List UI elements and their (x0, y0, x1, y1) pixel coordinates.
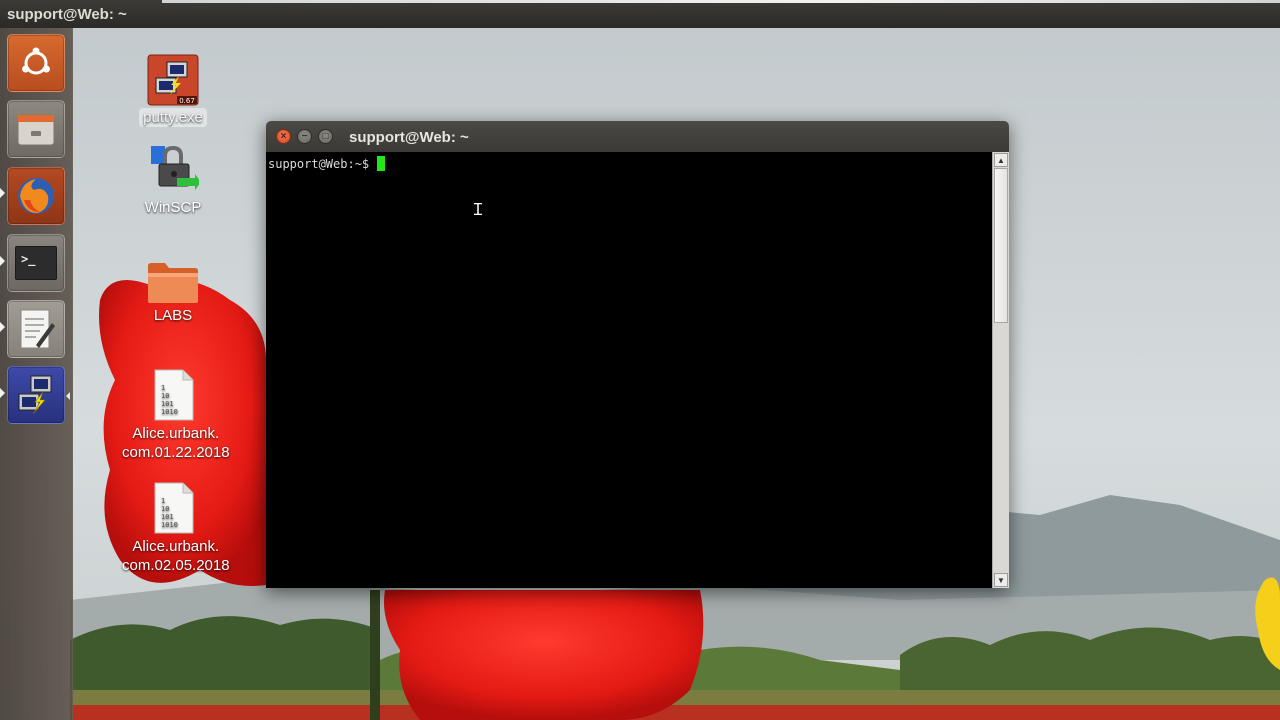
desktop-icon-label-line2: com.02.05.2018 (122, 557, 230, 574)
desktop-icon-putty-exe[interactable]: 0.67 putty.exe (118, 54, 228, 127)
launcher-dash-button[interactable] (7, 34, 65, 92)
terminal-icon-glyph: >_ (21, 252, 36, 266)
desktop-icon-label: putty.exe (139, 108, 207, 127)
launcher-files-button[interactable] (7, 100, 65, 158)
maximize-icon: □ (322, 130, 329, 142)
terminal-prompt: support@Web:~$ (268, 157, 377, 171)
folder-icon (147, 260, 199, 304)
terminal-cursor (377, 156, 386, 171)
putty-icon (18, 375, 52, 415)
winscp-icon (147, 144, 201, 196)
svg-text:10: 10 (161, 505, 169, 513)
desktop-icon-label: Alice.urbank. com.01.22.2018 (118, 424, 234, 462)
desktop-icon-label: WinSCP (144, 199, 202, 216)
text-editor-icon (20, 309, 55, 349)
terminal-prompt-line: support@Web:~$ (268, 156, 386, 171)
binary-file-icon: 1 10 101 1010 (147, 368, 199, 422)
panel-highlight (162, 0, 1280, 3)
desktop-icon-label: Alice.urbank. com.02.05.2018 (118, 537, 234, 575)
svg-text:1: 1 (161, 497, 165, 505)
putty-exe-icon: 0.67 (147, 54, 199, 106)
launcher-putty-button[interactable] (7, 366, 65, 424)
scroll-up-button[interactable]: ▲ (994, 153, 1008, 167)
launcher-firefox-button[interactable] (7, 167, 65, 225)
maximize-button[interactable]: □ (318, 129, 333, 144)
svg-text:101: 101 (161, 400, 174, 408)
close-button[interactable]: × (276, 129, 291, 144)
panel-window-title: support@Web: ~ (7, 5, 127, 23)
launcher-active-indicator (0, 188, 5, 198)
minimize-button[interactable]: − (297, 129, 312, 144)
desktop-icon-labs-folder[interactable]: LABS (118, 260, 228, 325)
desktop-icon-label-line1: Alice.urbank. (132, 538, 220, 555)
terminal-output-area[interactable]: support@Web:~$ Ｉ (266, 152, 992, 588)
minimize-icon: − (301, 130, 308, 142)
launcher-text-editor-button[interactable] (7, 300, 65, 358)
terminal-window-title: support@Web: ~ (349, 129, 469, 146)
putty-version-badge: 0.67 (179, 97, 195, 105)
terminal-icon: >_ (15, 246, 57, 280)
desktop-icon-alice-file-1[interactable]: 1 10 101 1010 Alice.urbank. com.01.22.20… (118, 368, 230, 462)
terminal-titlebar[interactable]: × − □ support@Web: ~ (266, 121, 1009, 152)
scroll-down-icon: ▼ (997, 575, 1005, 585)
launcher-focused-indicator (66, 392, 70, 400)
scroll-up-icon: ▲ (997, 155, 1005, 165)
terminal-scrollbar[interactable]: ▲ ▼ (992, 152, 1009, 588)
top-panel: support@Web: ~ (0, 0, 1280, 28)
svg-text:1: 1 (161, 384, 165, 392)
scroll-down-button[interactable]: ▼ (994, 573, 1008, 587)
ubuntu-logo-icon (22, 47, 50, 75)
scrollbar-thumb[interactable] (994, 168, 1008, 323)
desktop-icon-label: LABS (153, 307, 193, 324)
desktop-icon-alice-file-2[interactable]: 1 10 101 1010 Alice.urbank. com.02.05.20… (118, 481, 230, 575)
svg-text:101: 101 (161, 513, 174, 521)
svg-text:1010: 1010 (161, 408, 178, 416)
desktop-icon-label-line2: com.01.22.2018 (122, 444, 230, 461)
firefox-icon (18, 178, 54, 214)
desktop-icon-winscp[interactable]: WinSCP (118, 144, 228, 217)
svg-text:10: 10 (161, 392, 169, 400)
close-icon: × (280, 130, 287, 142)
mouse-ibeam-cursor-icon: Ｉ (470, 200, 487, 219)
launcher-active-indicator (0, 388, 5, 398)
file-manager-icon (17, 114, 55, 146)
launcher-terminal-button[interactable]: >_ (7, 234, 65, 292)
terminal-window[interactable]: × − □ support@Web: ~ support@Web:~$ Ｉ ▲ … (266, 121, 1009, 588)
binary-file-icon: 1 10 101 1010 (147, 481, 199, 535)
svg-text:1010: 1010 (161, 521, 178, 529)
launcher-active-indicator (0, 256, 5, 266)
launcher: >_ (0, 28, 73, 720)
desktop-icon-label-line1: Alice.urbank. (132, 425, 220, 442)
launcher-active-indicator (0, 322, 5, 332)
